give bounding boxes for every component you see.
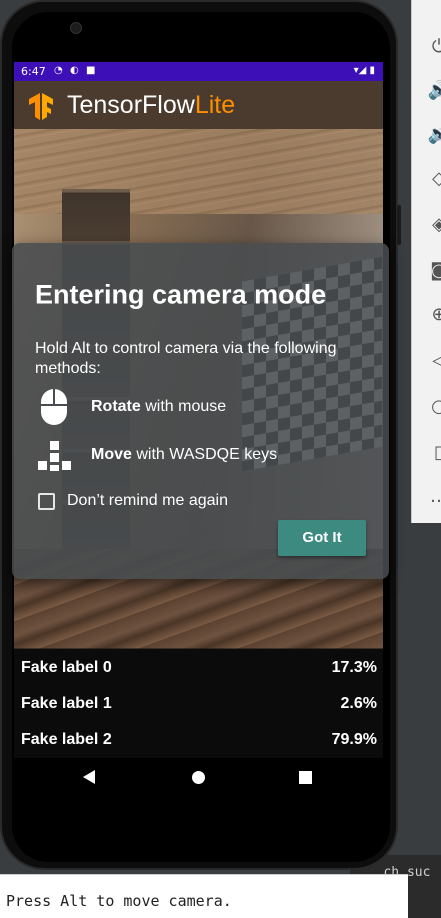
emulator-toolbar: ⏻ 🔊 🔉 ◇ ◈ ◙ ⊕ ◁ ○ ▯ … bbox=[411, 0, 441, 523]
status-bar: 6:47 ◔ ◐ ■ ▾◢ ▮ bbox=[14, 62, 383, 81]
dialog-title: Entering camera mode bbox=[35, 279, 327, 310]
result-row: Fake label 0 17.3% bbox=[21, 650, 377, 686]
volume-up-icon[interactable]: 🔊 bbox=[426, 78, 441, 104]
zoom-icon[interactable]: ⊕ bbox=[426, 302, 441, 328]
hint-bar: Press Alt to move camera. bbox=[0, 874, 408, 918]
status-time: 6:47 bbox=[21, 65, 46, 78]
overview-icon[interactable]: ▯ bbox=[426, 440, 441, 466]
dont-remind-label[interactable]: Don’t remind me again bbox=[67, 492, 228, 510]
result-row: Fake label 2 79.9% bbox=[21, 722, 377, 758]
battery-icon: ▾◢ ▮ bbox=[353, 65, 375, 76]
wifi-alert-icon: ◔ bbox=[54, 65, 63, 76]
result-label: Fake label 1 bbox=[21, 695, 112, 712]
home-icon[interactable]: ○ bbox=[426, 394, 441, 420]
front-camera-icon bbox=[70, 22, 82, 34]
rotate-hint: Rotate with mouse bbox=[35, 387, 365, 427]
dont-remind-checkbox[interactable] bbox=[38, 493, 55, 510]
result-value: 2.6% bbox=[340, 695, 377, 712]
app-bar: TensorFlowLite bbox=[14, 81, 383, 129]
rotate-left-icon[interactable]: ◇ bbox=[426, 166, 441, 192]
result-row: Fake label 1 2.6% bbox=[21, 686, 377, 722]
rotate-right-icon[interactable]: ◈ bbox=[426, 212, 441, 238]
results-panel: Fake label 0 17.3% Fake label 1 2.6% Fak… bbox=[14, 648, 383, 758]
power-icon[interactable]: ⏻ bbox=[426, 34, 441, 60]
emulator-window: ⏻ 🔊 🔉 ◇ ◈ ◙ ⊕ ◁ ○ ▯ … ...ch suc 6:47 ◔ ◐… bbox=[0, 0, 441, 918]
result-label: Fake label 2 bbox=[21, 731, 112, 748]
app-title-main: TensorFlow bbox=[67, 91, 195, 119]
move-hint-rest: with WASDQE keys bbox=[131, 446, 278, 463]
nav-home-icon[interactable] bbox=[192, 771, 205, 784]
screenshot-icon[interactable]: ◙ bbox=[426, 258, 441, 284]
move-hint-text: Move with WASDQE keys bbox=[91, 446, 277, 464]
rotate-hint-text: Rotate with mouse bbox=[91, 398, 226, 416]
app-title: TensorFlowLite bbox=[67, 91, 235, 120]
volume-down-icon[interactable]: 🔉 bbox=[426, 122, 441, 148]
side-key bbox=[397, 205, 401, 245]
sim-icon: ■ bbox=[86, 65, 96, 76]
rotate-hint-rest: with mouse bbox=[140, 398, 227, 415]
result-label: Fake label 0 bbox=[21, 659, 112, 676]
more-icon[interactable]: … bbox=[426, 484, 441, 510]
back-icon[interactable]: ◁ bbox=[426, 348, 441, 374]
sync-icon: ◐ bbox=[70, 65, 79, 76]
nav-back-icon[interactable] bbox=[83, 770, 95, 784]
move-hint: Move with WASDQE keys bbox=[35, 435, 365, 475]
dialog-body: Hold Alt to control camera via the follo… bbox=[35, 340, 337, 377]
keyboard-keys-icon bbox=[38, 441, 71, 471]
mouse-icon bbox=[41, 389, 67, 425]
got-it-button[interactable]: Got It bbox=[278, 520, 366, 556]
hint-text: Press Alt to move camera. bbox=[6, 892, 232, 910]
result-value: 79.9% bbox=[331, 731, 377, 748]
camera-mode-dialog: Entering camera mode Hold Alt to control… bbox=[12, 243, 389, 579]
nav-recents-icon[interactable] bbox=[299, 771, 312, 784]
result-value: 17.3% bbox=[331, 659, 377, 676]
move-hint-bold: Move bbox=[91, 446, 132, 463]
nav-bar bbox=[14, 758, 383, 798]
tensorflow-logo-icon bbox=[29, 93, 53, 120]
rotate-hint-bold: Rotate bbox=[91, 398, 141, 415]
app-title-accent: Lite bbox=[194, 91, 236, 119]
